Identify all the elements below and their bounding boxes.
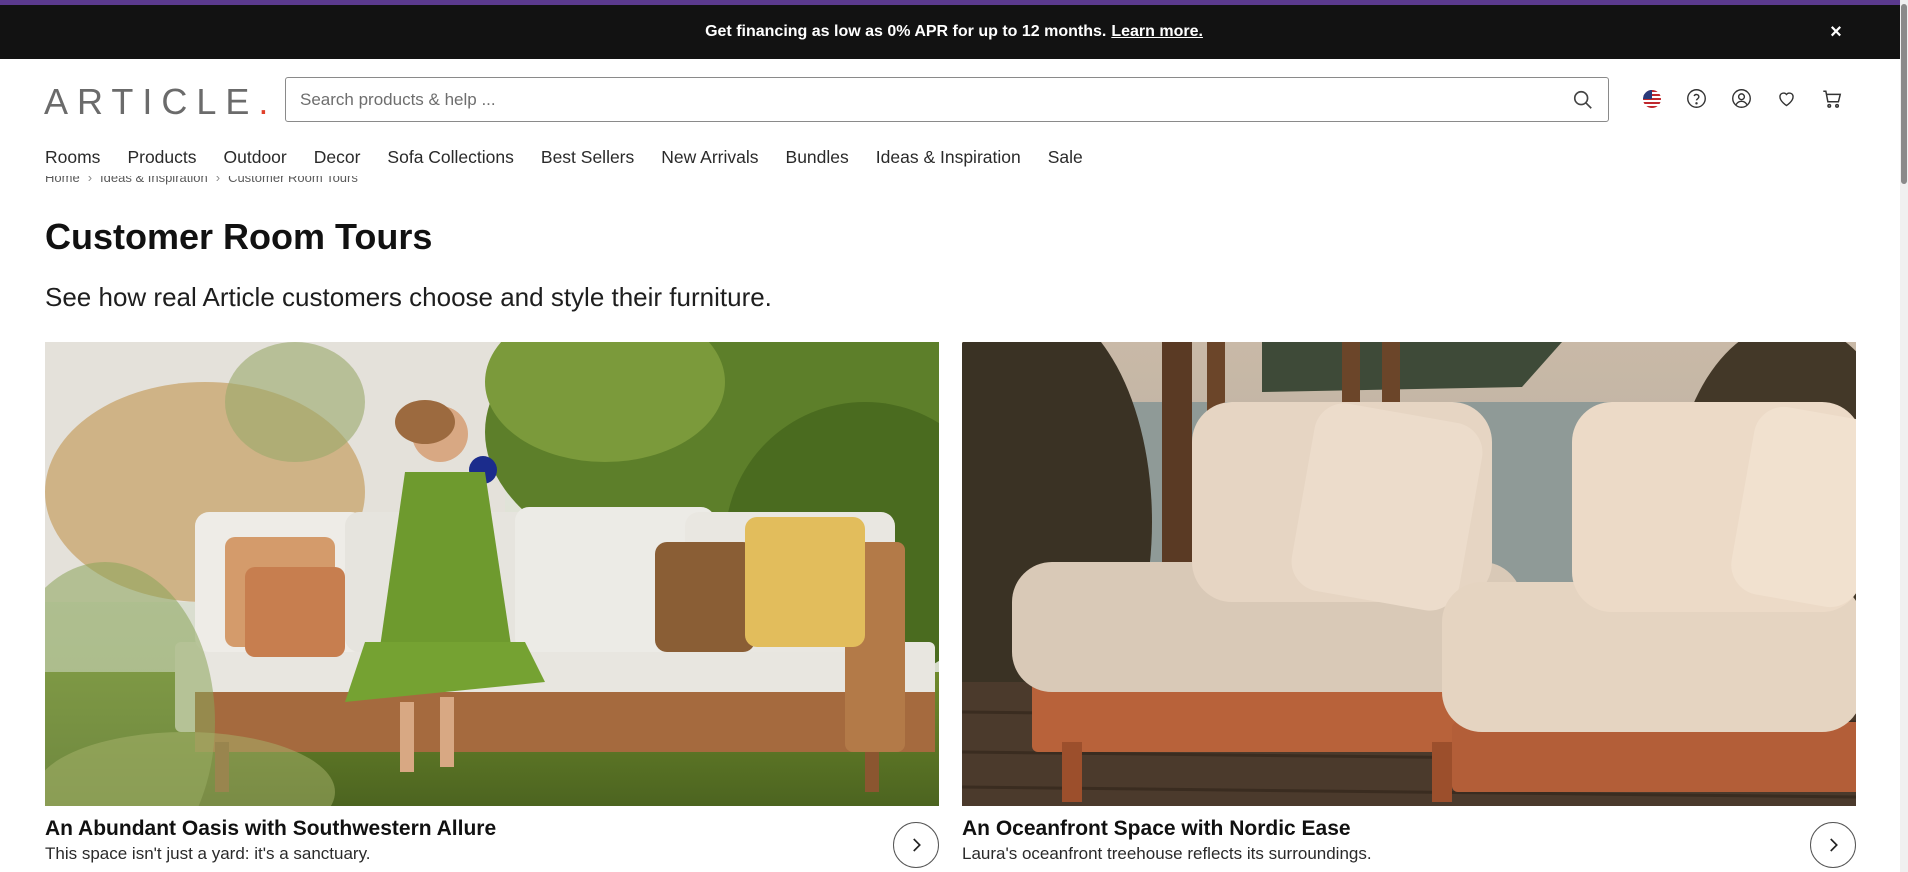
nav-item-products[interactable]: Products [127,147,196,169]
breadcrumb-home[interactable]: Home [45,176,80,186]
promo-learn-more-link[interactable]: Learn more. [1111,23,1203,41]
breadcrumb-separator: › [215,176,221,185]
nav-item-bundles[interactable]: Bundles [786,147,849,169]
room-tour-card: An Oceanfront Space with Nordic Ease Lau… [962,342,1856,872]
article-logo[interactable]: ARTICLE. [44,81,277,123]
help-icon[interactable] [1685,87,1708,110]
nav-item-sale[interactable]: Sale [1048,147,1083,169]
cart-icon[interactable] [1820,87,1843,110]
nav-item-new-arrivals[interactable]: New Arrivals [661,147,758,169]
nav-item-ideas-inspiration[interactable]: Ideas & Inspiration [876,147,1021,169]
page-title: Customer Room Tours [45,216,433,257]
nav-item-outdoor[interactable]: Outdoor [224,147,287,169]
logo-dot: . [258,81,278,122]
card-image-garden-sofa[interactable] [45,342,939,806]
card-image-oceanfront-chairs[interactable] [962,342,1856,806]
header-icons [1640,87,1843,110]
next-arrow-button[interactable] [893,822,939,868]
promo-banner: Get financing as low as 0% APR for up to… [0,5,1908,59]
promo-text: Get financing as low as 0% APR for up to… [705,23,1107,40]
main-nav: Rooms Products Outdoor Decor Sofa Collec… [45,147,1110,169]
account-icon[interactable] [1730,87,1753,110]
logo-text: ARTICLE [44,81,259,122]
page-subtitle: See how real Article customers choose an… [45,282,772,312]
breadcrumb-separator: › [87,176,93,185]
chevron-right-icon [913,838,921,852]
nav-item-rooms[interactable]: Rooms [45,147,100,169]
card-description: This space isn't just a yard: it's a san… [45,844,371,863]
page-scrollbar[interactable] [1900,0,1908,872]
chevron-right-icon [1830,838,1838,852]
us-flag-icon[interactable] [1640,87,1663,110]
search-input[interactable] [300,78,1550,121]
breadcrumb-ideas-inspiration[interactable]: Ideas & Inspiration [100,176,208,186]
nav-item-decor[interactable]: Decor [314,147,361,169]
scrollbar-thumb[interactable] [1901,4,1907,184]
nav-item-best-sellers[interactable]: Best Sellers [541,147,634,169]
search-bar [285,77,1609,122]
room-tour-card: An Abundant Oasis with Southwestern Allu… [45,342,939,872]
breadcrumb: Home › Ideas & Inspiration › Customer Ro… [45,176,358,192]
heart-icon[interactable] [1775,87,1798,110]
next-arrow-button[interactable] [1810,822,1856,868]
search-icon[interactable] [1572,89,1594,111]
site-header: ARTICLE. [0,59,1908,139]
card-title[interactable]: An Oceanfront Space with Nordic Ease [962,817,1351,841]
close-icon[interactable]: × [1826,22,1846,42]
card-title[interactable]: An Abundant Oasis with Southwestern Allu… [45,817,496,841]
card-description: Laura's oceanfront treehouse reflects it… [962,844,1372,863]
nav-item-sofa-collections[interactable]: Sofa Collections [387,147,513,169]
breadcrumb-current: Customer Room Tours [228,176,358,185]
